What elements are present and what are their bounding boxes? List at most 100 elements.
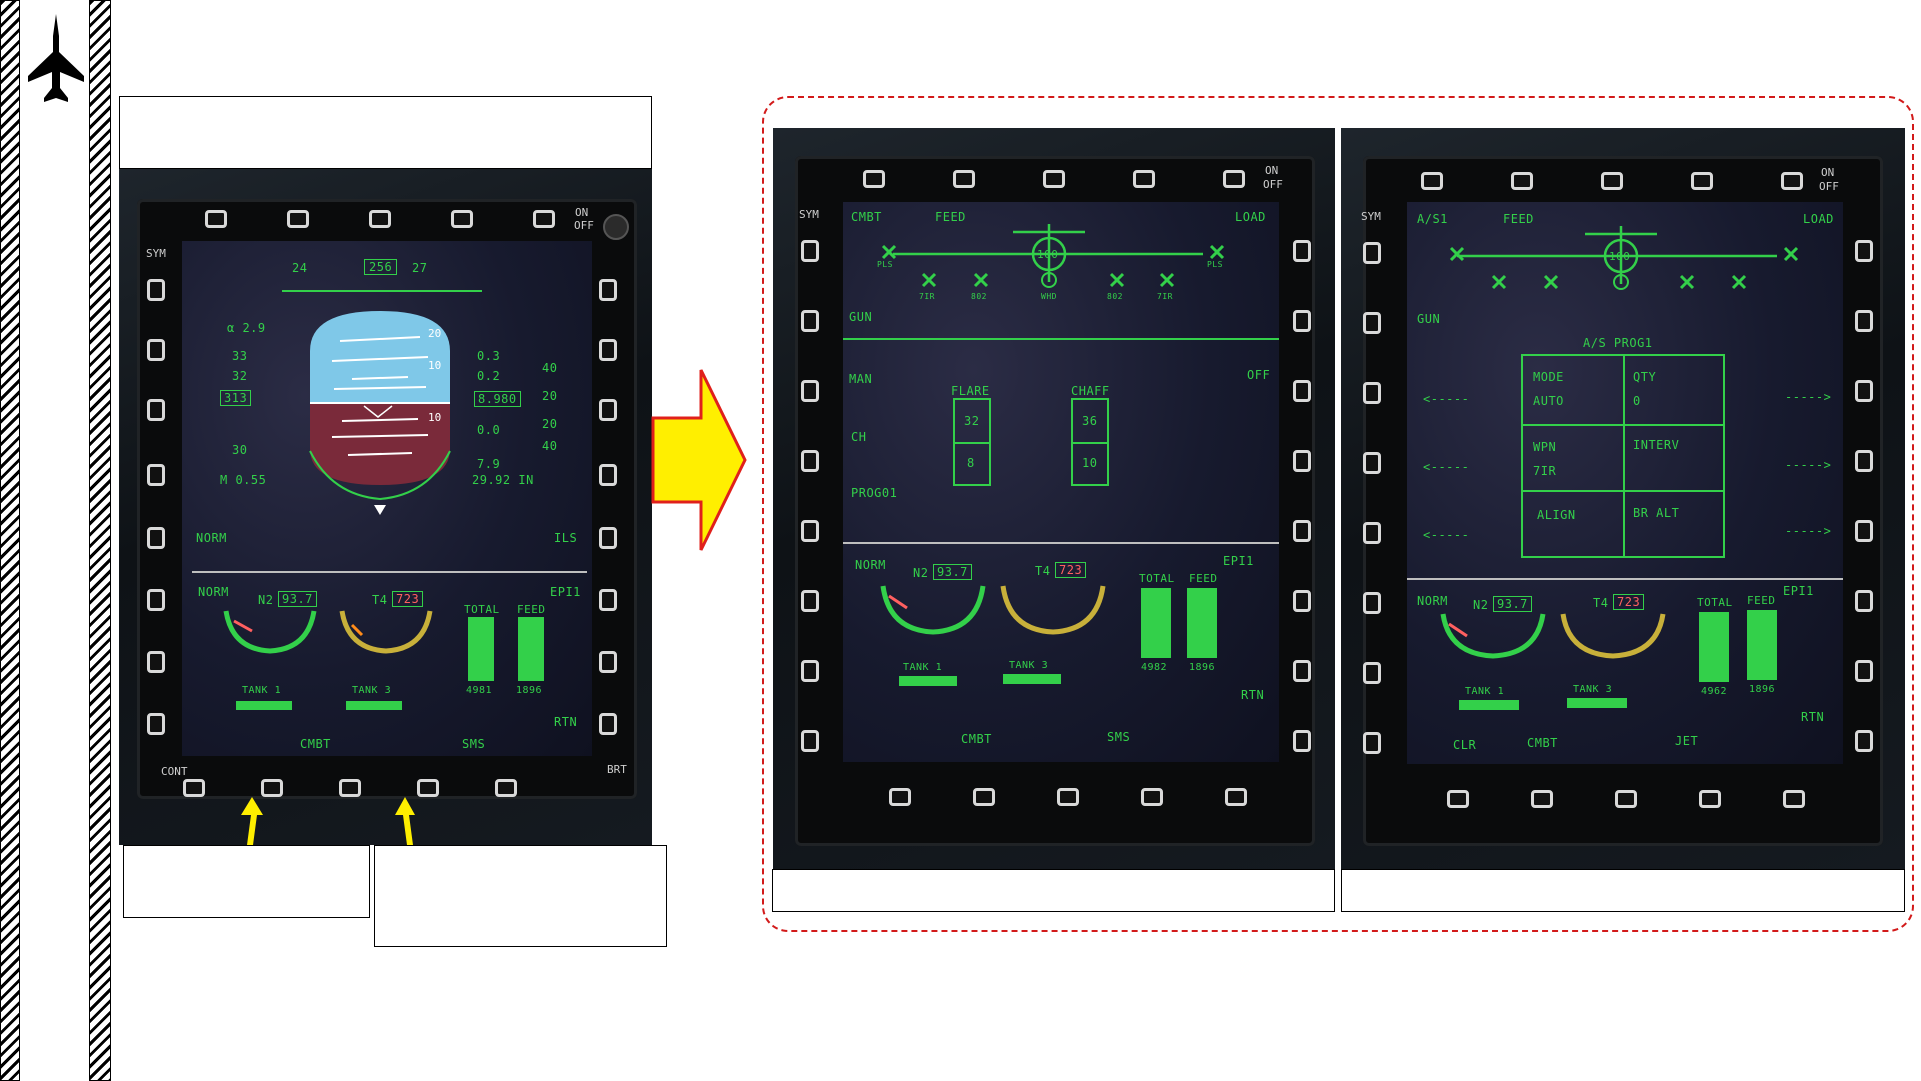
prog-osb-left-2[interactable] [1363,312,1381,334]
prog-right-arrow-3[interactable]: -----> [1785,524,1831,538]
prog-osb-right-6[interactable] [1855,590,1873,612]
prog-left-arrow-3[interactable]: <----- [1423,528,1469,542]
sms-off-mode[interactable]: OFF [1247,368,1270,382]
flare-value-2: 8 [967,456,975,470]
sms-osb-left-3[interactable] [801,380,819,402]
grid-align-label[interactable]: ALIGN [1537,508,1576,522]
sms-osb-right-3[interactable] [1293,380,1311,402]
sms-osb-left-4[interactable] [801,450,819,472]
prog-osb-top-4[interactable] [1691,172,1713,190]
prog-left-arrow-2[interactable]: <----- [1423,460,1469,474]
grid-wpn-value: 7IR [1533,464,1557,478]
station-7: PLS [1207,260,1223,269]
sms-osb-right-8[interactable] [1293,730,1311,752]
sms-osb-left-6[interactable] [801,590,819,612]
prog-osb-bottom-3[interactable] [1615,790,1637,808]
sms-total-bar [1141,588,1171,658]
prog-feed-label: FEED [1747,594,1776,607]
prog-osb-right-4[interactable] [1855,450,1873,472]
sms-osb-left-5[interactable] [801,520,819,542]
sms-osb-right-1[interactable] [1293,240,1311,262]
station-3: 802 [971,292,987,301]
prog-osb-right-2[interactable] [1855,310,1873,332]
sms-osb-top-1[interactable] [863,170,885,188]
sms-osb-right-5[interactable] [1293,520,1311,542]
sms-osb-bottom-4[interactable] [1141,788,1163,806]
station-6: 7IR [1157,292,1173,301]
sms-osb-left-8[interactable] [801,730,819,752]
prog-osb-right-7[interactable] [1855,660,1873,682]
sms-osb-left-2[interactable] [801,310,819,332]
sms-osb-right-2[interactable] [1293,310,1311,332]
grid-interv-label[interactable]: INTERV [1633,438,1679,452]
sms-osb-top-3[interactable] [1043,170,1065,188]
sms-tank3-bar [1003,674,1061,684]
prog-osb-left-7[interactable] [1363,662,1381,684]
chaff-value-2: 10 [1082,456,1098,470]
grid-vline [1623,356,1625,556]
sms-tank3-label: TANK 3 [1009,660,1049,671]
sms-osb-left-7[interactable] [801,660,819,682]
sms-osb-top-2[interactable] [953,170,975,188]
prog-engine-gauges [1440,613,1666,659]
prog-right-arrow-1[interactable]: -----> [1785,390,1831,404]
prog-osb-left-8[interactable] [1363,732,1381,754]
prog-osb-left-3[interactable] [1363,382,1381,404]
prog-osb-bottom-5[interactable] [1783,790,1805,808]
station-1: PLS [877,260,893,269]
sms-osb-bottom-3[interactable] [1057,788,1079,806]
sms-osb-top-5[interactable] [1223,170,1245,188]
grid-mode-label[interactable]: MODE [1533,370,1564,384]
prog-osb-right-5[interactable] [1855,520,1873,542]
prog-osb-left-4[interactable] [1363,452,1381,474]
callout-box-bottom-left [123,845,370,918]
prog-osb-left-6[interactable] [1363,592,1381,614]
grid-qty-label[interactable]: QTY [1633,370,1656,384]
prog-osb-right-8[interactable] [1855,730,1873,752]
prog-aircraft-stations [1449,226,1799,290]
prog-osb-right-1[interactable] [1855,240,1873,262]
station-2: 7IR [919,292,935,301]
prog-right-arrow-2[interactable]: -----> [1785,458,1831,472]
prog-osb-left-1[interactable] [1363,242,1381,264]
sms-prog01-label[interactable]: PROG01 [851,486,897,500]
prog-osb-bottom-1[interactable] [1447,790,1469,808]
prog-left-arrow-1[interactable]: <----- [1423,392,1469,406]
prog-osb-top-5[interactable] [1781,172,1803,190]
prog-parameter-grid: MODE AUTO QTY 0 WPN 7IR INTERV ALIGN BR … [1521,354,1725,558]
prog-osb-right-3[interactable] [1855,380,1873,402]
prog-tank3-bar [1567,698,1627,708]
prog-total-value: 4962 [1701,686,1728,697]
pointer-arrows [241,797,415,845]
sms-engine-norm: NORM [855,558,886,572]
sms-off-label: OFF [1263,178,1283,191]
prog-gun-label[interactable]: GUN [1417,312,1440,326]
sms-osb-bottom-5[interactable] [1225,788,1247,806]
sms-osb-left-1[interactable] [801,240,819,262]
sms-osb-right-4[interactable] [1293,450,1311,472]
sms-osb-bottom-2[interactable] [973,788,995,806]
sms-osb-top-4[interactable] [1133,170,1155,188]
station-5: 802 [1107,292,1123,301]
sms-osb-bottom-1[interactable] [889,788,911,806]
sms-engine-separator [843,542,1279,544]
prog-osb-top-1[interactable] [1421,172,1443,190]
prog-tank1-label: TANK 1 [1465,686,1505,697]
prog-osb-top-2[interactable] [1511,172,1533,190]
prog-osb-top-3[interactable] [1601,172,1623,190]
sms-osb-right-7[interactable] [1293,660,1311,682]
sms-ch-label[interactable]: CH [851,430,866,444]
prog-osb-bottom-2[interactable] [1531,790,1553,808]
prog-osb-bottom-4[interactable] [1699,790,1721,808]
sms-gun-label[interactable]: GUN [849,310,872,324]
chaff-box-divider [1071,442,1109,444]
sms-man-label[interactable]: MAN [849,372,872,386]
sms-mfd-panel: ON OFF SYM CMBT FEED LOAD 100 PLS 7IR 80… [773,128,1335,869]
grid-wpn-label[interactable]: WPN [1533,440,1556,454]
sms-osb-right-6[interactable] [1293,590,1311,612]
prog-sym-label: SYM [1361,210,1381,223]
grid-bralt-label[interactable]: BR ALT [1633,506,1679,520]
prog-osb-left-5[interactable] [1363,522,1381,544]
sms-feed-label: FEED [1189,572,1218,585]
prog-rtn-label: RTN [1801,710,1825,724]
